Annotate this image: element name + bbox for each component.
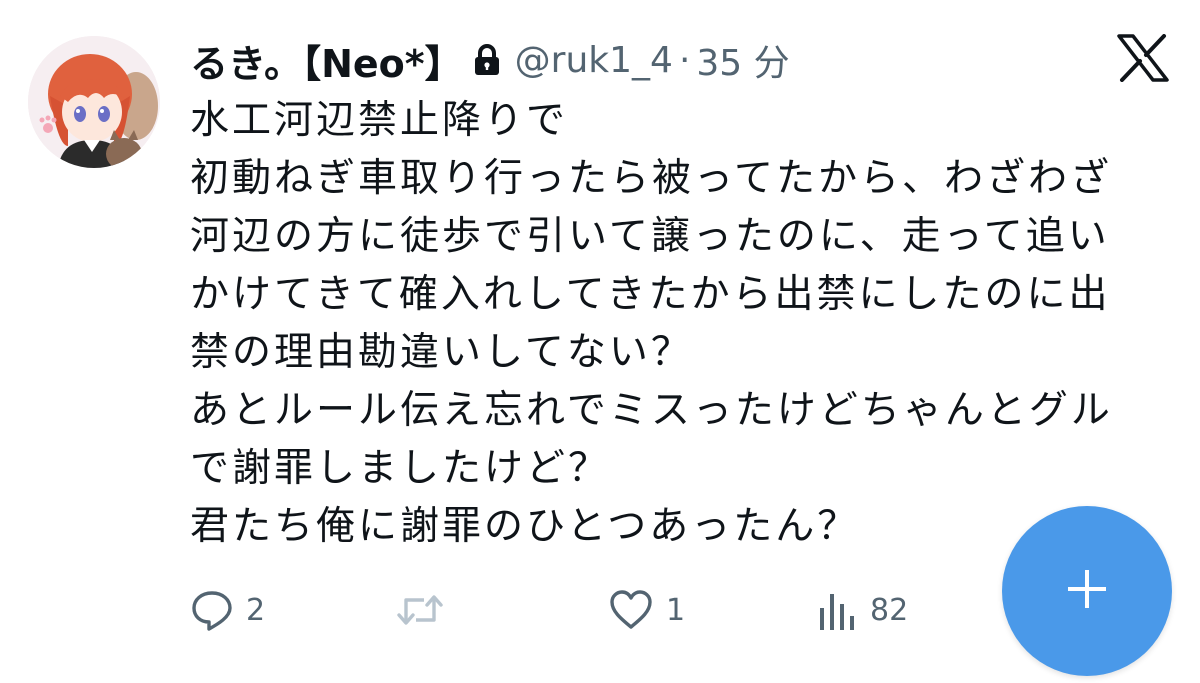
tweet-line: かけてきて確入れしてきたから出禁にしたのに出 xyxy=(190,272,1111,317)
tweet-line: 禁の理由勘違いしてない？ xyxy=(190,330,693,375)
compose-button[interactable] xyxy=(1002,506,1172,676)
display-name[interactable]: るき。【Neo*】 xyxy=(190,33,463,88)
separator-dot: · xyxy=(678,39,691,81)
retweet-icon xyxy=(396,588,444,632)
views-button[interactable]: 82 xyxy=(818,585,908,635)
tweet-header: るき。【Neo*】 @ruk1_4 · 35 分 xyxy=(190,30,790,90)
tweet-line: 河辺の方に徒歩で引いて譲ったのに、走って追い xyxy=(190,214,1110,259)
views-count: 82 xyxy=(870,592,909,628)
tweet-text: 水工河辺禁止降りで 初動ねぎ車取り行ったら被ってたから、わざわざ 河辺の方に徒歩… xyxy=(190,92,1150,556)
avatar-illustration xyxy=(28,36,160,168)
bar-chart-icon xyxy=(818,588,858,632)
x-logo-icon[interactable] xyxy=(1117,34,1169,82)
retweet-button[interactable] xyxy=(396,585,456,635)
tweet-line: あとルール伝え忘れでミスったけどちゃんとグル xyxy=(190,388,1113,433)
reply-button[interactable]: 2 xyxy=(190,585,265,635)
avatar[interactable] xyxy=(28,36,160,168)
reply-icon xyxy=(190,588,234,632)
heart-icon xyxy=(608,588,654,632)
plus-icon xyxy=(1065,567,1109,615)
tweet-line: 初動ねぎ車取り行ったら被ってたから、わざわざ xyxy=(190,156,1113,201)
user-handle[interactable]: @ruk1_4 xyxy=(515,40,673,81)
reply-count: 2 xyxy=(246,592,266,628)
action-bar: 2 1 82 xyxy=(190,585,950,635)
timestamp[interactable]: 35 分 xyxy=(696,34,789,86)
like-count: 1 xyxy=(666,592,686,628)
like-button[interactable]: 1 xyxy=(608,585,685,635)
tweet-line: 水工河辺禁止降りで xyxy=(190,98,569,143)
lock-icon xyxy=(473,43,501,77)
tweet-line: で謝罪しましたけど？ xyxy=(190,446,611,491)
tweet-line: 君たち俺に謝罪のひとつあったん？ xyxy=(190,504,860,549)
